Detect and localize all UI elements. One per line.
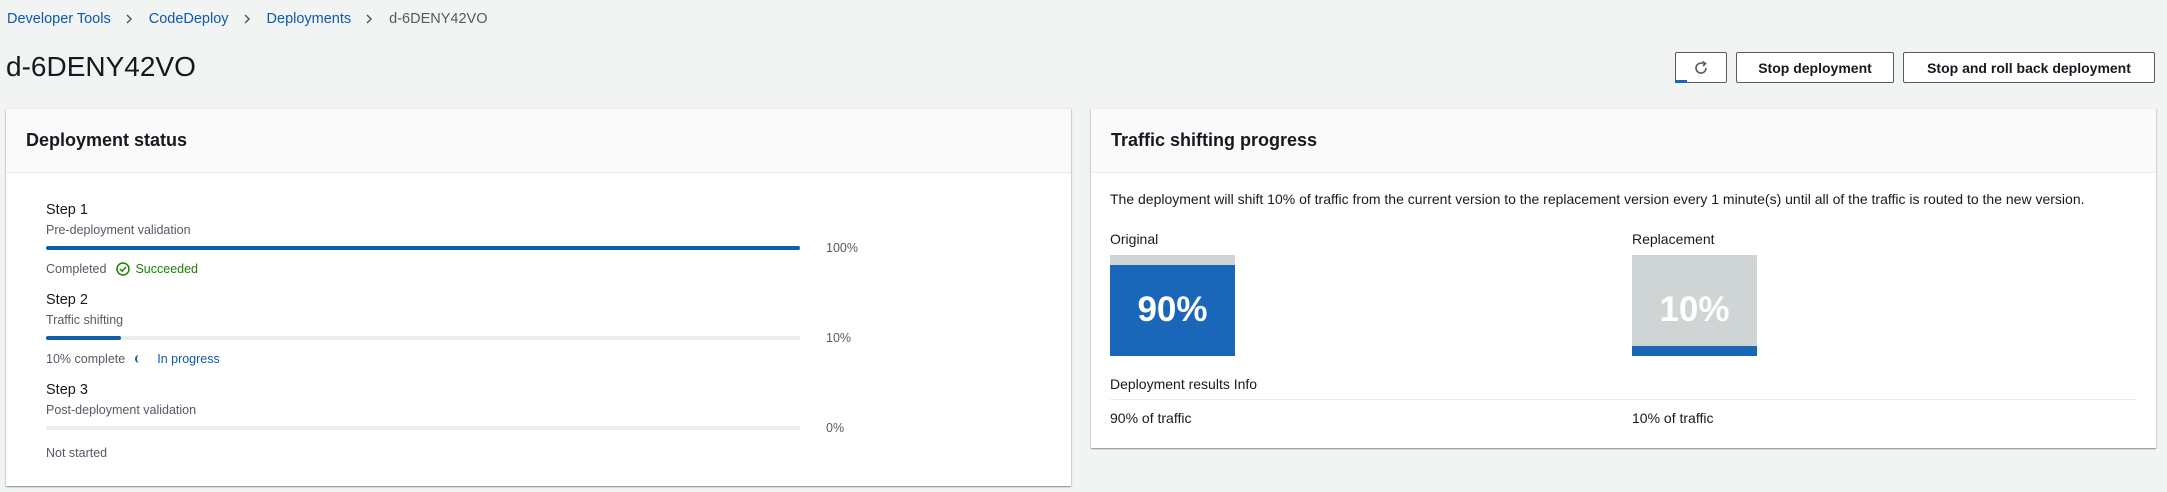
traffic-shifting-panel: Traffic shifting progress The deployment… [1091,108,2156,448]
status-prefix: Not started [46,446,108,460]
stop-and-rollback-button[interactable]: Stop and roll back deployment [1903,52,2155,83]
refresh-button[interactable] [1675,52,1727,83]
loading-indicator [1675,80,1687,83]
chevron-right-icon [364,14,374,24]
original-traffic-percent: 90% [1137,289,1208,329]
step-2: Step 2 Traffic shifting 10% 10% complete… [46,292,866,372]
step-description: Post-deployment validation [46,403,197,417]
replacement-traffic-percent: 10% [1659,289,1730,329]
breadcrumb-deployments[interactable]: Deployments [267,11,352,27]
step-status: Completed Succeeded [46,262,198,276]
progress-percent: 0% [826,421,845,435]
breadcrumb-current: d-6DENY42VO [389,11,488,27]
step-title: Step 2 [46,292,88,308]
replacement-traffic-box: 10% [1632,255,1757,356]
replacement-version: Replacement 10% [1632,231,1757,356]
deployment-results-title: Deployment results Info [1110,376,1258,392]
chevron-right-icon [242,14,252,24]
original-result: 90% of traffic [1110,410,1192,426]
spinner-icon [135,355,143,363]
step-3: Step 3 Post-deployment validation 0% Not… [46,382,866,462]
original-version: Original 90% [1110,231,1235,356]
status-prefix: 10% complete [46,352,126,366]
check-circle-icon [116,262,131,276]
status-prefix: Completed [46,262,107,276]
progress-bar [46,426,800,430]
traffic-shifting-header: Traffic shifting progress [1091,109,2156,173]
breadcrumb-codedeploy[interactable]: CodeDeploy [149,11,229,27]
status-text: In progress [157,352,220,366]
progress-bar [46,246,800,250]
step-description: Traffic shifting [46,313,124,327]
original-label: Original [1110,231,1159,247]
breadcrumb-developer-tools[interactable]: Developer Tools [7,11,111,27]
status-text: Succeeded [135,262,199,276]
stop-deployment-button[interactable]: Stop deployment [1736,52,1894,83]
chevron-right-icon [124,14,134,24]
step-title: Step 1 [46,202,88,218]
progress-percent: 100% [826,241,858,255]
deployment-status-panel: Deployment status Step 1 Pre-deployment … [6,108,1071,486]
progress-bar-fill [46,246,800,250]
status-badge: In progress [135,352,220,366]
step-description: Pre-deployment validation [46,223,191,237]
refresh-icon [1695,60,1707,74]
step-status: Not started [46,446,107,460]
traffic-description: The deployment will shift 10% of traffic… [1110,191,2085,207]
original-traffic-box: 90% [1110,255,1235,356]
status-badge: Succeeded [116,262,198,276]
page-title: d-6DENY42VO [6,51,196,82]
step-status: 10% complete In progress [46,352,220,366]
header-actions: Stop deployment Stop and roll back deplo… [1675,52,2155,83]
progress-bar-fill [46,336,122,340]
replacement-result: 10% of traffic [1632,410,1714,426]
breadcrumb: Developer Tools CodeDeploy Deployments d… [7,9,487,29]
replacement-label: Replacement [1632,231,1715,247]
deployment-status-header: Deployment status [6,109,1071,173]
divider [1110,399,2136,400]
progress-percent: 10% [826,331,852,345]
step-1: Step 1 Pre-deployment validation 100% Co… [46,202,866,282]
progress-bar [46,336,800,340]
step-title: Step 3 [46,382,88,398]
